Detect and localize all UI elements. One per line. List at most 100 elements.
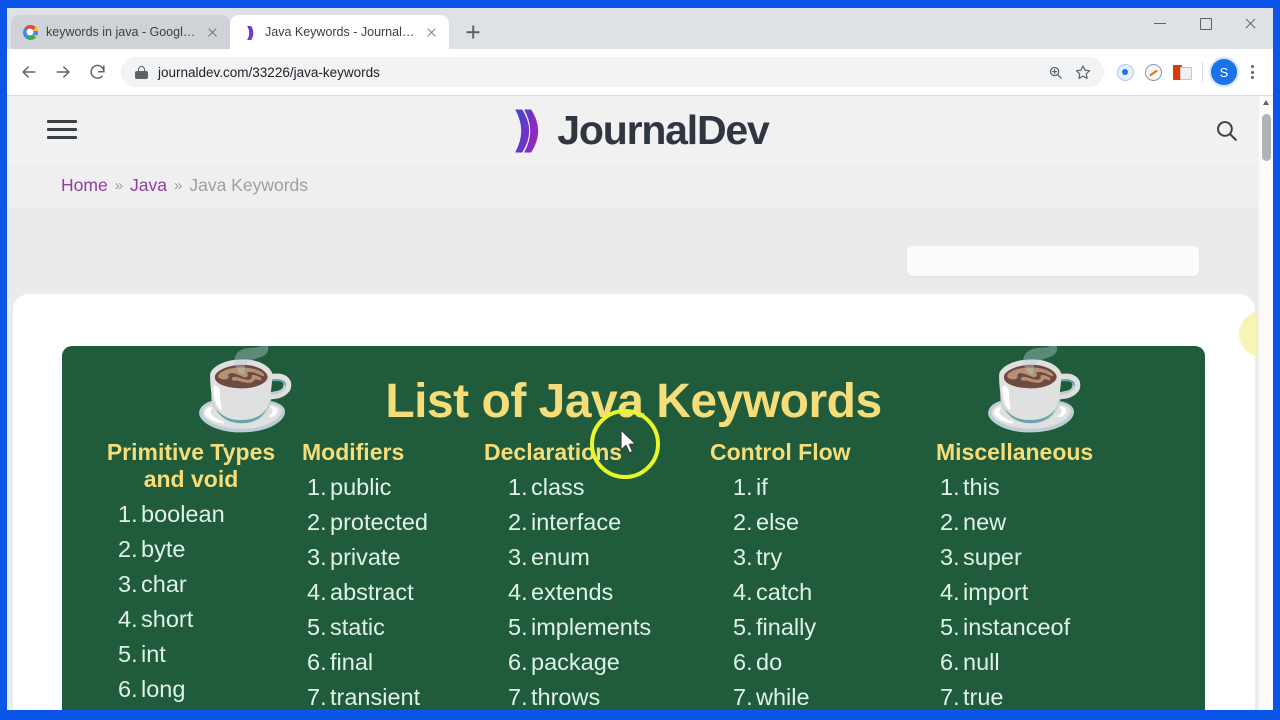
google-icon: [22, 24, 38, 40]
journaldev-logo-mark: )): [511, 106, 545, 154]
keyword-text: enum: [531, 544, 590, 571]
list-item: 1. boolean: [118, 497, 302, 532]
tab-close-icon[interactable]: [423, 24, 439, 40]
list-item: 3. try: [733, 540, 936, 575]
list-item: 3. private: [307, 540, 484, 575]
list-item: 4. abstract: [307, 575, 484, 610]
toolbar-divider: [1202, 62, 1203, 82]
keyword-text: private: [330, 544, 401, 571]
list-item: 7.float: [118, 707, 302, 710]
keyword-text: this: [963, 474, 1000, 501]
ad-placeholder: [907, 246, 1199, 276]
keyword-text: abstract: [330, 579, 414, 606]
java-keywords-infographic: ☕ ☕ List of Java Keywords Primitive Type…: [62, 346, 1205, 710]
back-button[interactable]: [13, 56, 45, 88]
list-item: 4. catch: [733, 575, 936, 610]
keyword-text: char: [141, 571, 187, 598]
url-text: journaldev.com/33226/java-keywords: [158, 64, 380, 80]
keyword-text: class: [531, 474, 585, 501]
forward-button[interactable]: [47, 56, 79, 88]
list-item: 6. final: [307, 645, 484, 680]
scroll-up-arrow-icon[interactable]: [1259, 96, 1273, 109]
list-item: 6. package: [508, 645, 710, 680]
extension-office-icon[interactable]: [1168, 59, 1194, 85]
keyword-list: 1. class 2. interface 3. enum 4. extends 5. i…: [484, 470, 710, 710]
browser-window: keywords in java - Google Search )) Java…: [7, 8, 1273, 710]
keyword-text: instanceof: [963, 614, 1071, 641]
keyword-column-primitive-types: Primitive Types and void 1. boolean 2. byt…: [92, 439, 302, 710]
keyword-text: implements: [531, 614, 652, 641]
keyword-column-control-flow: Control Flow 1. if 2. else 3. try 4. catch 5…: [710, 439, 936, 710]
keyword-text: else: [756, 509, 800, 536]
maximize-button[interactable]: [1183, 8, 1228, 38]
list-item: 3. enum: [508, 540, 710, 575]
keyword-text: throws: [531, 684, 601, 710]
breadcrumb-item-home[interactable]: Home: [61, 175, 108, 196]
address-bar[interactable]: journaldev.com/33226/java-keywords: [121, 57, 1104, 87]
column-heading: Miscellaneous: [936, 439, 1094, 465]
extension-dot-icon[interactable]: [1112, 59, 1138, 85]
lock-icon: [135, 65, 148, 80]
keyword-text: int: [141, 641, 166, 668]
breadcrumb-separator: »: [174, 177, 183, 194]
tab-close-icon[interactable]: [204, 24, 220, 40]
page-scrollbar[interactable]: [1258, 96, 1273, 710]
list-item: 2. protected: [307, 505, 484, 540]
browser-tab-google-search[interactable]: keywords in java - Google Search: [11, 15, 230, 49]
list-item: 5. finally: [733, 610, 936, 645]
keyword-list: 1. this 2. new 3. super 4. import 5. instance…: [936, 470, 1156, 710]
list-item: 1. this: [940, 470, 1156, 505]
keyword-text: if: [756, 474, 768, 501]
column-heading: Control Flow: [710, 439, 851, 465]
keyword-text: short: [141, 606, 194, 633]
bookmark-star-icon[interactable]: [1070, 59, 1096, 85]
list-item: 1. public: [307, 470, 484, 505]
reload-button[interactable]: [81, 56, 113, 88]
window-controls: [1138, 8, 1273, 38]
keyword-text: null: [963, 649, 1000, 676]
list-item: 1. class: [508, 470, 710, 505]
screen-recording-frame: keywords in java - Google Search )) Java…: [0, 0, 1280, 720]
list-item: 5. int: [118, 637, 302, 672]
coffee-cup-icon: ☕: [193, 346, 298, 433]
keyword-list: 1. boolean 2. byte 3. char 4. short 5. int 6.…: [92, 497, 302, 710]
list-item: 2. else: [733, 505, 936, 540]
new-tab-button[interactable]: [458, 17, 488, 47]
list-item: 2. interface: [508, 505, 710, 540]
keyword-column-declarations: Declarations 1. class 2. interface 3. enum …: [484, 439, 710, 710]
hamburger-menu-icon[interactable]: [45, 117, 79, 143]
tab-strip: keywords in java - Google Search )) Java…: [7, 8, 1273, 49]
keyword-text: do: [756, 649, 783, 676]
scrollbar-thumb[interactable]: [1262, 114, 1271, 161]
breadcrumb-item-current: Java Keywords: [189, 175, 309, 195]
list-item: 7. transient: [307, 680, 484, 710]
zoom-icon[interactable]: [1042, 59, 1068, 85]
profile-avatar[interactable]: S: [1211, 59, 1237, 85]
list-item: 7. while: [733, 680, 936, 710]
keyword-text: boolean: [141, 501, 225, 528]
list-item: 1. if: [733, 470, 936, 505]
keyword-text: static: [330, 614, 385, 641]
keyword-text: while: [756, 684, 810, 710]
chrome-menu-kebab-icon[interactable]: [1239, 59, 1265, 85]
keyword-list: 1. public 2. protected 3. private 4. abstrac…: [302, 470, 484, 710]
keyword-text: long: [141, 676, 186, 703]
list-item: 4. short: [118, 602, 302, 637]
list-item: 6. long: [118, 672, 302, 707]
extension-compass-icon[interactable]: [1140, 59, 1166, 85]
page-viewport: )) JournalDev Home » Java » Java Keyword…: [7, 96, 1273, 710]
keyword-text: new: [963, 509, 1007, 536]
list-item: 3. super: [940, 540, 1156, 575]
browser-tab-journaldev[interactable]: )) Java Keywords - JournalDev: [230, 15, 449, 49]
list-item: 5. implements: [508, 610, 710, 645]
list-item: 4. extends: [508, 575, 710, 610]
breadcrumb-item-java[interactable]: Java: [130, 175, 167, 196]
close-button[interactable]: [1228, 8, 1273, 38]
keyword-text: true: [963, 684, 1004, 710]
search-icon[interactable]: [1209, 113, 1243, 147]
keyword-text: interface: [531, 509, 622, 536]
keyword-text: protected: [330, 509, 428, 536]
list-item: 4. import: [940, 575, 1156, 610]
minimize-button[interactable]: [1138, 8, 1183, 38]
keyword-text: public: [330, 474, 392, 501]
